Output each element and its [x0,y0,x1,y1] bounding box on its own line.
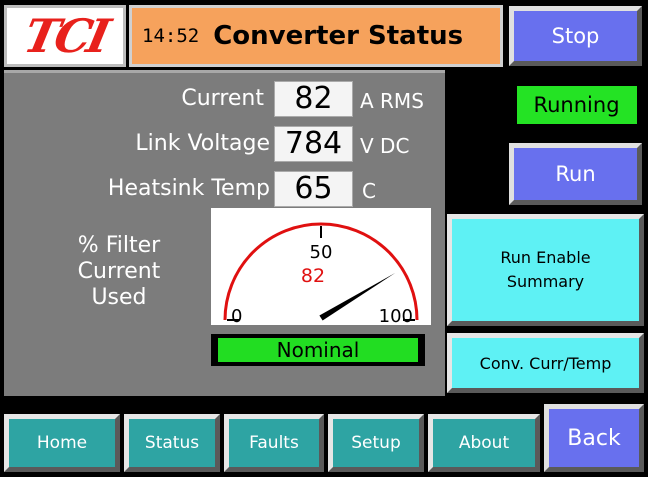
status-panel: Current 82 A RMS Link Voltage 784 V DC H… [4,70,445,396]
run-button[interactable]: Run [509,143,642,205]
status-text: Nominal [218,338,418,362]
heatsink-temp-value: 65 [274,171,353,207]
current-value: 82 [274,81,353,117]
stop-button[interactable]: Stop [509,6,642,66]
tci-logo: TCI [4,5,126,67]
clock-time: 14:52 [142,25,200,47]
conv-curr-temp-button[interactable]: Conv. Curr/Temp [447,333,644,393]
gauge-svg: 50 0 100 82 [223,222,419,327]
logo-text: TCI [19,9,111,63]
gauge-value-label: 82 [301,265,325,287]
nav-faults-button[interactable]: Faults [224,414,324,472]
nav-status-button[interactable]: Status [124,414,220,472]
nav-home-button[interactable]: Home [4,414,120,472]
filter-current-gauge: 50 0 100 82 [211,208,431,327]
link-voltage-label: Link Voltage [135,131,270,156]
converter-status-screen: TCI 14:52 Converter Status Current 82 A … [0,0,648,477]
filter-label-line3: Used [91,285,147,310]
current-label: Current [181,86,264,111]
run-enable-summary-button[interactable]: Run Enable Summary [447,214,644,326]
running-indicator: Running [509,74,644,136]
gauge-mid-label: 50 [310,242,333,263]
link-voltage-value: 784 [274,126,353,162]
filter-current-label: % Filter Current Used [59,233,179,311]
gauge-max-label: 100 [379,306,413,325]
back-button[interactable]: Back [544,404,644,472]
page-title: Converter Status [213,21,464,51]
current-unit: A RMS [360,89,424,113]
gauge-min-label: 0 [231,306,242,325]
filter-label-line2: Current [77,259,161,284]
title-bar: 14:52 Converter Status [129,5,503,67]
heatsink-temp-label: Heatsink Temp [107,176,270,201]
nav-about-button[interactable]: About [428,414,540,472]
run-enable-line2: Summary [506,272,585,291]
status-indicator: Nominal [211,334,425,366]
link-voltage-unit: V DC [360,134,410,158]
heatsink-temp-unit: C [362,179,376,203]
filter-label-line1: % Filter [77,233,161,258]
nav-setup-button[interactable]: Setup [328,414,424,472]
running-label: Running [516,86,637,124]
run-enable-line1: Run Enable [500,248,591,267]
